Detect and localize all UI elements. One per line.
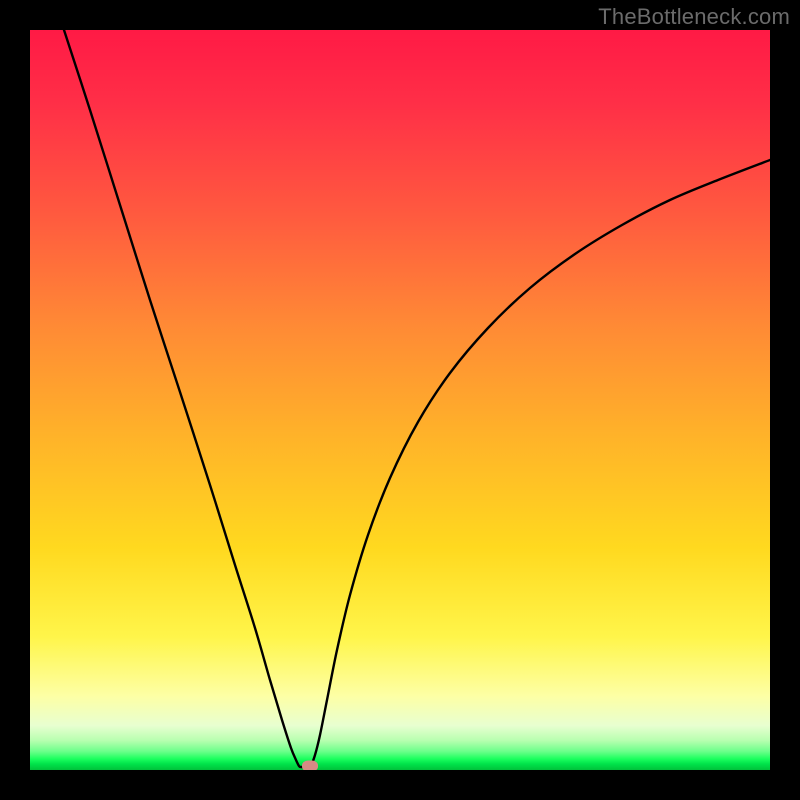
minimum-marker <box>302 761 318 771</box>
bottleneck-curve <box>30 30 770 770</box>
watermark-text: TheBottleneck.com <box>598 4 790 30</box>
chart-frame: TheBottleneck.com <box>0 0 800 800</box>
plot-area <box>30 30 770 770</box>
curve-path <box>64 30 770 767</box>
